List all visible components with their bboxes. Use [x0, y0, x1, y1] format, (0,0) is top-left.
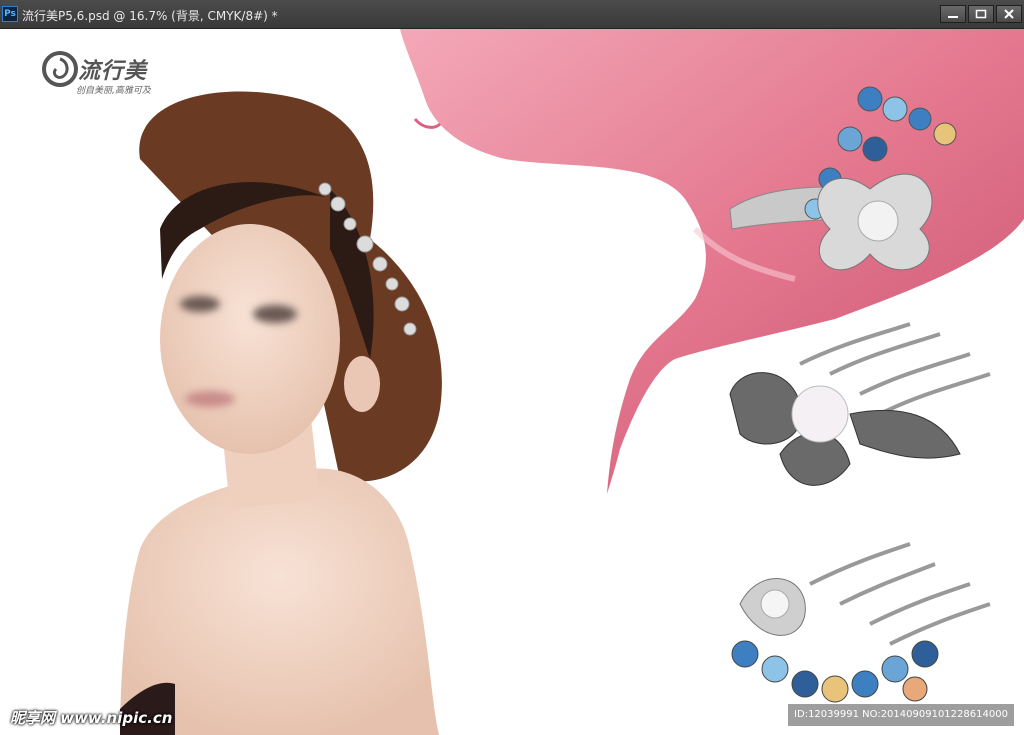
document-canvas[interactable]: 流行美 创自美丽,高雅可及 昵享网 www.nipic.cn ID:120399…: [0, 29, 1024, 735]
photoshop-icon: Ps: [2, 6, 18, 22]
model-photo: [120, 91, 442, 735]
close-icon: [1004, 9, 1014, 19]
crystal-comb-product-1: [729, 322, 991, 486]
swirl-logo-icon: [42, 51, 78, 87]
document-title-bar: Ps 流行美P5,6.psd @ 16.7% (背景, CMYK/8#) *: [0, 0, 1024, 29]
minimize-icon: [948, 16, 958, 18]
minimize-button[interactable]: [940, 5, 966, 23]
brand-logo: 流行美 创自美丽,高雅可及: [40, 49, 180, 99]
document-title: 流行美P5,6.psd @ 16.7% (背景, CMYK/8#) *: [22, 9, 278, 23]
brand-slogan: 创自美丽,高雅可及: [76, 86, 151, 96]
close-button[interactable]: [996, 5, 1022, 23]
flower-hairclip-product: [729, 86, 957, 271]
maximize-icon: [975, 9, 987, 19]
image-id-badge: ID:12039991 NO:20140909101228614000: [788, 704, 1014, 726]
site-watermark: 昵享网 www.nipic.cn: [10, 709, 173, 727]
brand-name: 流行美: [78, 58, 148, 84]
maximize-button[interactable]: [968, 5, 994, 23]
